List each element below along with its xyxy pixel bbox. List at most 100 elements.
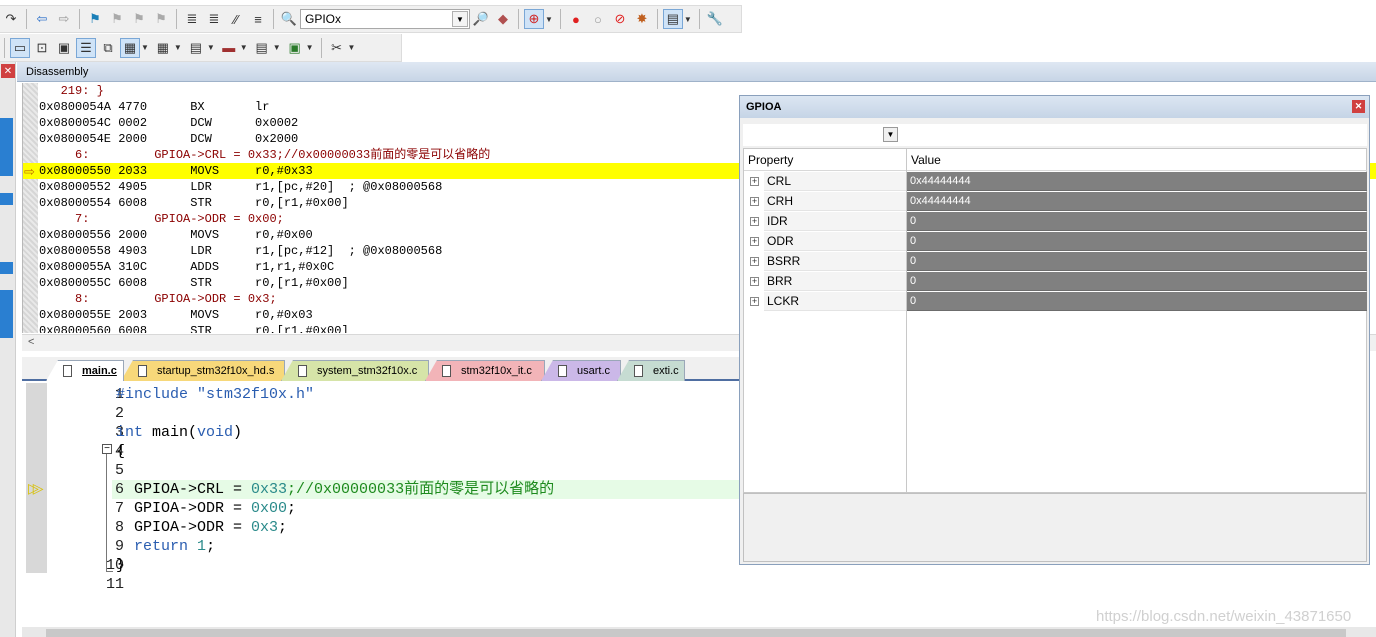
register-row[interactable]: + BSRR 0 [744, 252, 1368, 272]
tab-main-c[interactable]: main.c [46, 360, 124, 381]
code-line[interactable]: } [116, 556, 125, 575]
register-value[interactable]: 0 [907, 252, 1367, 271]
chevron-down-icon[interactable]: ▼ [306, 43, 314, 52]
tab-startup-stm32f10x-hd-s[interactable]: startup_stm32f10x_hd.s [121, 360, 285, 381]
disassembly-line[interactable]: 0x0800054E 2000 DCW 0x2000 [39, 131, 298, 147]
tab-exti-c[interactable]: exti.c [617, 360, 685, 381]
chevron-down-icon[interactable]: ▼ [883, 127, 898, 142]
tab-usart-c[interactable]: usart.c [541, 360, 621, 381]
register-row[interactable]: + ODR 0 [744, 232, 1368, 252]
disassembly-line[interactable]: 0x08000552 4905 LDR r1,[pc,#20] ; @0x080… [39, 179, 442, 195]
back-icon[interactable]: ⇦ [32, 9, 52, 29]
register-value[interactable]: 0 [907, 232, 1367, 251]
expand-icon[interactable]: + [750, 237, 759, 246]
register-value[interactable]: 0 [907, 212, 1367, 231]
disassembly-line[interactable]: 0x08000554 6008 STR r0,[r1,#0x00] [39, 195, 349, 211]
system-viewer-icon[interactable]: ▣ [285, 38, 305, 58]
register-row[interactable]: + BRR 0 [744, 272, 1368, 292]
editor-breakpoint-gutter[interactable] [26, 383, 47, 573]
close-icon[interactable]: ✕ [1, 64, 15, 78]
window-layout-icon[interactable]: ▤ [662, 9, 683, 29]
call-stack-icon[interactable]: ⧉ [98, 38, 118, 58]
debug-start-stop-icon[interactable]: ⊕ [524, 9, 544, 29]
code-line[interactable]: GPIOA->ODR = 0x3; [116, 518, 287, 537]
disable-all-breakpoints-icon[interactable]: ⊘ [610, 9, 630, 29]
find-icon[interactable]: 🔎 [471, 9, 491, 29]
editor-hscroll[interactable] [22, 627, 1376, 637]
disassembly-line[interactable]: 6: GPIOA->CRL = 0x33;//0x00000033前面的零是可以… [39, 147, 490, 163]
trace-window-icon[interactable]: ▤ [252, 38, 272, 58]
indent-icon[interactable]: ≣ [182, 9, 202, 29]
register-row[interactable]: + LCKR 0 [744, 292, 1368, 312]
debug-session-icon[interactable]: ◆ [493, 9, 513, 29]
tab-system-stm32f10x-c[interactable]: system_stm32f10x.c [281, 360, 429, 381]
command-window-icon[interactable]: ▭ [10, 37, 30, 58]
register-value[interactable]: 0x44444444 [907, 192, 1367, 211]
disassembly-line[interactable]: 0x0800055C 6008 STR r0,[r1,#0x00] [39, 275, 349, 291]
register-row[interactable]: + CRL 0x44444444 [744, 172, 1368, 192]
kill-breakpoints-icon[interactable]: ✸ [632, 9, 652, 29]
registers-window-icon[interactable]: ☰ [76, 37, 96, 58]
code-line[interactable]: { [116, 442, 125, 461]
expand-icon[interactable]: + [750, 217, 759, 226]
disassembly-window-icon[interactable]: ⊡ [32, 38, 52, 58]
chevron-down-icon[interactable]: ▼ [545, 15, 553, 24]
redo-icon[interactable]: ↷ [1, 9, 21, 29]
code-line[interactable]: GPIOA->ODR = 0x00; [116, 499, 296, 518]
configure-icon[interactable]: 🔧 [705, 9, 725, 29]
tab-stm32f10x-it-c[interactable]: stm32f10x_it.c [425, 360, 545, 381]
disassembly-line[interactable]: 0x0800054C 0002 DCW 0x0002 [39, 115, 298, 131]
gpioa-title-bar[interactable]: GPIOA ✕ [740, 96, 1369, 118]
find-in-files-icon[interactable]: 🔍 [279, 9, 299, 29]
disassembly-line[interactable]: 0x0800055A 310C ADDS r1,r1,#0x0C [39, 259, 334, 275]
register-value[interactable]: 0 [907, 272, 1367, 291]
uncomment-icon[interactable]: ≡ [248, 9, 268, 29]
code-line[interactable]: GPIOA->CRL = 0x33;//0x00000033前面的零是可以省略的 [116, 480, 554, 499]
comment-icon[interactable]: ⁄⁄ [226, 9, 246, 29]
code-line[interactable]: return 1; [116, 537, 215, 556]
disassembly-line[interactable]: 7: GPIOA->ODR = 0x00; [39, 211, 284, 227]
register-row[interactable]: + IDR 0 [744, 212, 1368, 232]
disassembly-line[interactable]: 0x0800055E 2003 MOVS r0,#0x03 [39, 307, 313, 323]
target-combo[interactable]: GPIOx ▼ [300, 9, 470, 29]
disassembly-line[interactable]: 0x0800054A 4770 BX lr [39, 99, 269, 115]
disassembly-line[interactable]: 8: GPIOA->ODR = 0x3; [39, 291, 277, 307]
prev-bookmark-icon[interactable]: ⚑ [107, 9, 127, 29]
disassembly-line[interactable]: 0x08000560 6008 STR r0,[r1,#0x00] [39, 323, 349, 333]
code-editor[interactable]: ▷▷ − 1 2 3 4 5 6 7 8 9 10 11 #include "stm32f10x.h"… [26, 383, 739, 627]
chevron-down-icon[interactable]: ▼ [452, 11, 468, 27]
disassembly-line[interactable]: 0x08000558 4903 LDR r1,[pc,#12] ; @0x080… [39, 243, 442, 259]
expand-icon[interactable]: + [750, 297, 759, 306]
expand-icon[interactable]: + [750, 177, 759, 186]
forward-icon[interactable]: ⇨ [54, 9, 74, 29]
watch-window-icon[interactable]: ▦ [120, 37, 140, 58]
clear-bookmarks-icon[interactable]: ⚑ [151, 9, 171, 29]
code-line[interactable]: int main(void) [116, 423, 242, 442]
close-icon[interactable]: ✕ [1352, 100, 1365, 113]
expand-icon[interactable]: + [750, 197, 759, 206]
scroll-left-icon[interactable]: < [28, 336, 34, 348]
chevron-down-icon[interactable]: ▼ [684, 15, 692, 24]
register-value[interactable]: 0 [907, 292, 1367, 311]
next-bookmark-icon[interactable]: ⚑ [129, 9, 149, 29]
scroll-thumb[interactable] [46, 629, 1346, 637]
analysis-window-icon[interactable]: ▬ [219, 38, 239, 58]
register-row[interactable]: + CRH 0x44444444 [744, 192, 1368, 212]
code-line[interactable]: #include "stm32f10x.h" [116, 385, 314, 404]
disassembly-line[interactable]: 219: } [39, 83, 104, 99]
bookmark-icon[interactable]: ⚑ [85, 9, 105, 29]
chevron-down-icon[interactable]: ▼ [348, 43, 356, 52]
chevron-down-icon[interactable]: ▼ [207, 43, 215, 52]
chevron-down-icon[interactable]: ▼ [174, 43, 182, 52]
chevron-down-icon[interactable]: ▼ [240, 43, 248, 52]
register-value[interactable]: 0x44444444 [907, 172, 1367, 191]
unindent-icon[interactable]: ≣ [204, 9, 224, 29]
disassembly-line[interactable]: 0x08000556 2000 MOVS r0,#0x00 [39, 227, 313, 243]
chevron-down-icon[interactable]: ▼ [273, 43, 281, 52]
disable-breakpoint-icon[interactable]: ○ [588, 9, 608, 29]
gpioa-peripheral-window[interactable]: GPIOA ✕ ▼ Property Value + CRL 0x44444444 +… [739, 95, 1370, 565]
breakpoint-icon[interactable]: ● [566, 9, 586, 29]
serial-window-icon[interactable]: ▤ [186, 38, 206, 58]
symbols-window-icon[interactable]: ▣ [54, 38, 74, 58]
expand-icon[interactable]: + [750, 277, 759, 286]
